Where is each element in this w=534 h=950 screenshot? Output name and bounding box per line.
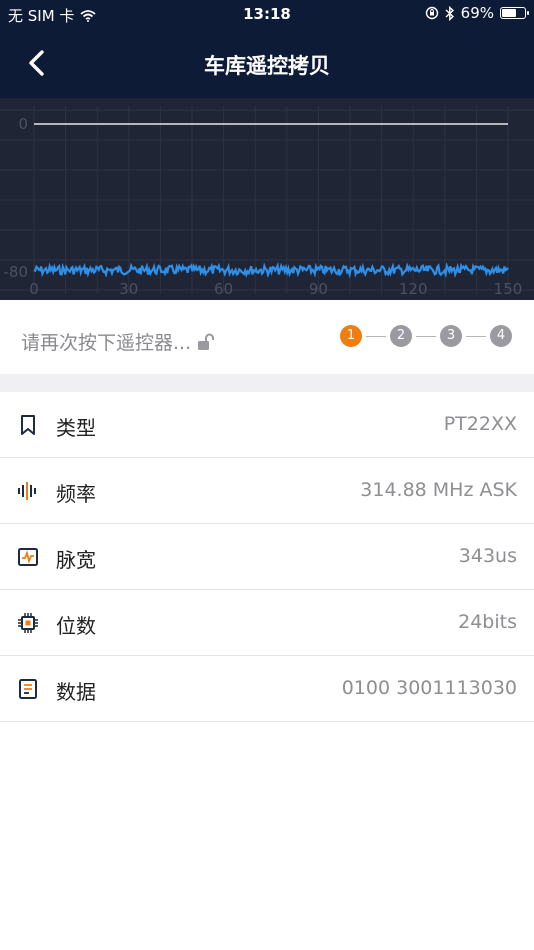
frequency-bars-icon — [18, 482, 36, 500]
info-label: 数据 — [56, 680, 96, 704]
x-tick-label: 120 — [399, 280, 428, 298]
battery-fill — [502, 9, 516, 17]
y-tick-label: -80 — [4, 263, 29, 281]
step-2: 2 — [390, 325, 412, 347]
step-connector — [466, 335, 486, 337]
app-header: 无 SIM 卡 13:18 69% 车库遥控拷贝 — [0, 0, 534, 98]
signal-chart-svg: 0 30 60 90 120 1500-80 — [0, 106, 534, 298]
x-tick-label: 0 — [29, 280, 39, 298]
info-row-type: 类型 PT22XX — [0, 392, 534, 458]
step-connector — [416, 335, 436, 337]
info-label: 位数 — [56, 614, 96, 638]
x-tick-label: 90 — [309, 280, 328, 298]
x-tick-label: 60 — [214, 280, 233, 298]
info-label: 脉宽 — [56, 548, 96, 572]
section-divider — [0, 374, 534, 392]
step-3: 3 — [440, 325, 462, 347]
info-row-data: 数据 0100 3001113030 — [0, 656, 534, 722]
page-title: 车库遥控拷贝 — [204, 54, 330, 78]
chip-icon — [18, 613, 38, 633]
info-value: 314.88 MHz ASK — [360, 479, 517, 501]
capture-hint-text: 请再次按下遥控器... — [21, 332, 192, 354]
battery-percent: 69% — [460, 4, 494, 22]
info-value: 0100 3001113030 — [341, 677, 517, 699]
nav-bar: 车库遥控拷贝 — [0, 28, 534, 98]
status-bar: 无 SIM 卡 13:18 69% — [0, 0, 534, 28]
info-label: 类型 — [56, 416, 96, 440]
signal-chart: 0 30 60 90 120 150 0 -80 — [0, 98, 534, 300]
battery-icon — [500, 7, 529, 19]
bookmark-icon — [21, 415, 35, 435]
series-line-signal — [33, 261, 509, 279]
step-4: 4 — [490, 325, 512, 347]
y-tick-label: 0 — [18, 115, 28, 133]
step-1: 1 — [340, 325, 362, 347]
document-icon — [19, 679, 37, 699]
status-right: 69% — [425, 4, 529, 22]
info-value: 343us — [458, 545, 517, 567]
step-connector — [366, 335, 386, 337]
signal-info-list: 类型 PT22XX 频率 314.88 MHz ASK 脉宽 343us 位数 … — [0, 392, 534, 722]
unlock-icon — [198, 333, 215, 350]
info-value: PT22XX — [443, 413, 517, 435]
info-row-bits: 位数 24bits — [0, 590, 534, 656]
orientation-lock-icon — [425, 6, 438, 20]
capture-progress-row: 请再次按下遥控器... 1 2 3 4 — [0, 300, 534, 374]
step-indicator: 1 2 3 4 — [340, 325, 512, 347]
x-tick-label: 150 — [494, 280, 523, 298]
info-row-frequency: 频率 314.88 MHz ASK — [0, 458, 534, 524]
capture-hint: 请再次按下遥控器... — [21, 328, 215, 355]
info-row-pulse-width: 脉宽 343us — [0, 524, 534, 590]
info-value: 24bits — [458, 611, 517, 633]
x-tick-label: 30 — [119, 280, 138, 298]
pulse-monitor-icon — [18, 548, 38, 566]
bluetooth-icon — [445, 5, 454, 21]
info-label: 频率 — [56, 482, 96, 506]
